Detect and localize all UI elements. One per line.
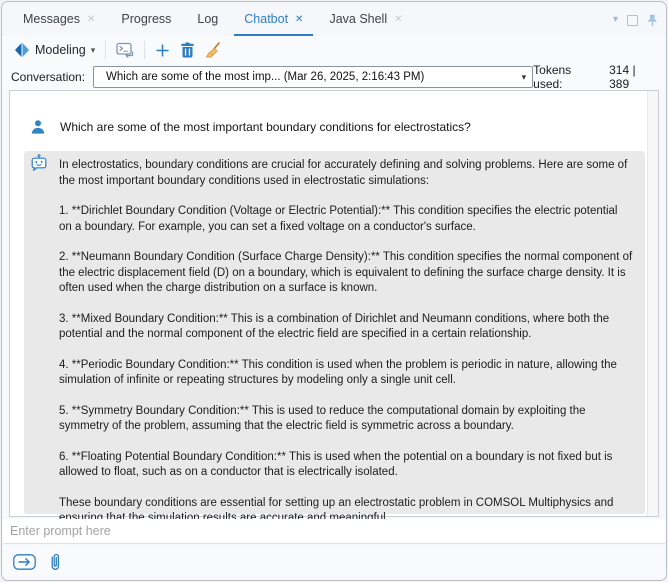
bot-response-text: In electrostatics, boundary conditions a… <box>59 158 633 527</box>
chevron-down-icon[interactable]: ▾ <box>613 15 618 25</box>
tab-java-shell[interactable]: Java Shell ✕ <box>316 2 415 36</box>
bot-paragraph: In electrostatics, boundary conditions a… <box>59 158 633 189</box>
tab-label: Messages <box>23 12 80 26</box>
maximize-icon[interactable] <box>627 15 638 26</box>
modeling-dropdown-button[interactable]: Modeling ▾ <box>9 40 100 60</box>
modeling-label: Modeling <box>35 43 86 57</box>
attach-file-button[interactable] <box>47 550 64 573</box>
conversation-selected-value: Which are some of the most imp... (Mar 2… <box>106 71 522 83</box>
window-controls: ▾ <box>613 2 658 36</box>
send-icon <box>13 554 36 570</box>
clear-conversation-button[interactable] <box>200 40 226 60</box>
send-to-shell-button[interactable] <box>111 40 139 60</box>
user-icon <box>30 119 46 135</box>
vertical-scrollbar[interactable] <box>647 91 658 516</box>
chevron-down-icon: ▾ <box>522 71 527 83</box>
tab-messages[interactable]: Messages ✕ <box>10 2 108 36</box>
toolbar-separator <box>105 41 106 59</box>
bot-paragraph: 1. **Dirichlet Boundary Condition (Volta… <box>59 204 633 235</box>
tab-chatbot[interactable]: Chatbot ✕ <box>231 2 316 36</box>
tab-log[interactable]: Log <box>184 2 231 36</box>
bot-icon <box>30 154 48 177</box>
user-message-text: Which are some of the most important bou… <box>60 120 471 134</box>
chatbot-window: Messages ✕ Progress Log Chatbot ✕ Java S… <box>1 1 667 581</box>
tab-label: Log <box>197 12 218 26</box>
close-icon[interactable]: ✕ <box>87 14 95 25</box>
trash-icon <box>180 42 195 58</box>
modeling-icon <box>14 42 30 58</box>
bot-paragraph: 4. **Periodic Boundary Condition:** This… <box>59 358 633 389</box>
tab-label: Progress <box>121 12 171 26</box>
bot-response-bubble: In electrostatics, boundary conditions a… <box>24 151 645 514</box>
pin-icon[interactable] <box>647 14 658 27</box>
tab-bar: Messages ✕ Progress Log Chatbot ✕ Java S… <box>2 2 666 36</box>
bot-paragraph: 3. **Mixed Boundary Condition:** This is… <box>59 312 633 343</box>
tab-label: Java Shell <box>329 12 387 26</box>
tab-progress[interactable]: Progress <box>108 2 184 36</box>
tab-label: Chatbot <box>244 12 288 26</box>
paperclip-icon <box>49 552 62 571</box>
user-message: Which are some of the most important bou… <box>30 119 624 135</box>
plus-icon <box>155 43 170 58</box>
chat-history-panel: Which are some of the most important bou… <box>9 90 659 517</box>
bot-paragraph: 5. **Symmetry Boundary Condition:** This… <box>59 404 633 435</box>
chevron-down-icon: ▾ <box>91 44 96 56</box>
new-conversation-button[interactable] <box>150 41 175 60</box>
toolbar-separator <box>144 41 145 59</box>
tokens-value: 314 | 389 <box>609 63 657 91</box>
bot-paragraph: 2. **Neumann Boundary Condition (Surface… <box>59 250 633 297</box>
conversation-label: Conversation: <box>11 70 85 84</box>
terminal-icon <box>116 42 134 58</box>
tokens-used: Tokens used: 314 | 389 <box>533 63 657 91</box>
bot-paragraph: 6. **Floating Potential Boundary Conditi… <box>59 450 633 481</box>
broom-icon <box>205 42 221 58</box>
tokens-label: Tokens used: <box>533 63 601 91</box>
prompt-input[interactable] <box>3 519 665 544</box>
conversation-bar: Conversation: Which are some of the most… <box>2 64 666 90</box>
close-icon[interactable]: ✕ <box>295 14 303 25</box>
chatbot-toolbar: Modeling ▾ <box>2 36 666 64</box>
delete-conversation-button[interactable] <box>175 40 200 60</box>
prompt-actions <box>2 546 666 577</box>
close-icon[interactable]: ✕ <box>394 14 402 25</box>
conversation-select[interactable]: Which are some of the most imp... (Mar 2… <box>93 66 533 88</box>
send-prompt-button[interactable] <box>11 552 38 572</box>
